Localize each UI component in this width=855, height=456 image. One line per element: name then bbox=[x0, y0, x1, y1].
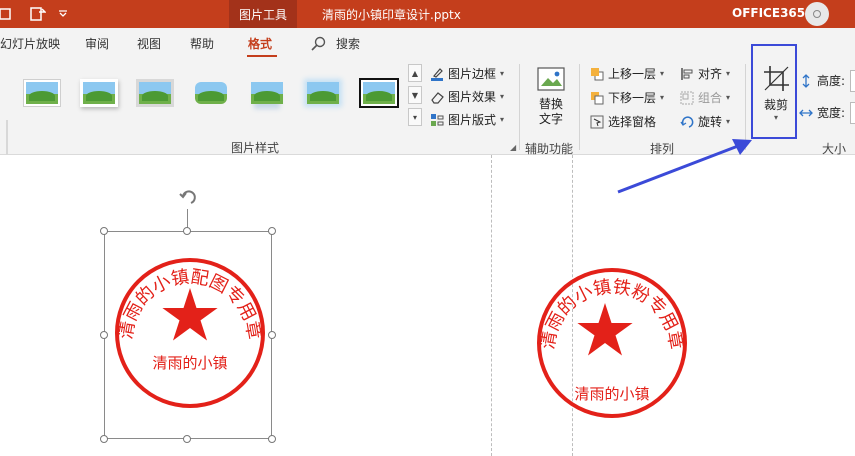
picture-style-thumb[interactable] bbox=[359, 76, 399, 110]
chevron-down-icon: ▾ bbox=[660, 69, 665, 78]
align-label: 对齐 bbox=[698, 67, 723, 81]
picture-border-label: 图片边框 bbox=[448, 67, 497, 81]
selection-pane-icon bbox=[590, 115, 604, 128]
star-icon bbox=[162, 288, 218, 341]
selection-pane-button[interactable]: 选择窗格 bbox=[590, 113, 656, 130]
search-label[interactable]: 搜索 bbox=[336, 35, 360, 52]
alt-text-label-1: 替换 bbox=[538, 97, 563, 111]
picture-layout-label: 图片版式 bbox=[448, 113, 497, 127]
height-input[interactable] bbox=[850, 70, 855, 92]
picture-style-thumb[interactable] bbox=[247, 76, 287, 110]
bring-forward-label: 上移一层 bbox=[608, 67, 657, 81]
tab-help[interactable]: 帮助 bbox=[190, 35, 214, 52]
rotate-handle-icon[interactable] bbox=[177, 186, 201, 210]
align-icon bbox=[681, 67, 693, 80]
rotate-label: 旋转 bbox=[698, 115, 723, 129]
bring-forward-icon bbox=[591, 67, 604, 80]
seal-left-bottom-text: 清雨的小镇 bbox=[152, 354, 227, 372]
pen-icon bbox=[431, 67, 443, 81]
picture-effects-button[interactable]: 图片效果 ▾ bbox=[430, 88, 504, 105]
title-bar: 图片工具 清雨的小镇印章设计.pptx OFFICE365 bbox=[0, 0, 855, 28]
picture-style-thumb[interactable] bbox=[22, 76, 62, 110]
group-button[interactable]: 组合 ▾ bbox=[680, 89, 730, 106]
gallery-more[interactable]: ▾ bbox=[408, 108, 422, 126]
resize-handle[interactable] bbox=[100, 331, 108, 339]
crop-highlight-box bbox=[751, 44, 797, 139]
seal-left[interactable]: 清雨的小镇配图专用章 清雨的小镇 bbox=[110, 233, 270, 433]
account-name[interactable]: OFFICE365 bbox=[732, 6, 805, 20]
chevron-down-icon: ▾ bbox=[726, 117, 731, 126]
height-field[interactable]: 高度: bbox=[799, 72, 845, 89]
alt-text-button[interactable]: 替换 文字 bbox=[530, 66, 572, 127]
tab-review[interactable]: 审阅 bbox=[85, 35, 109, 52]
active-tab-indicator bbox=[247, 55, 277, 57]
chevron-down-icon: ▾ bbox=[500, 69, 505, 78]
width-icon bbox=[799, 109, 813, 116]
start-from-beginning-icon[interactable] bbox=[30, 6, 46, 22]
tab-format[interactable]: 格式 bbox=[248, 35, 272, 52]
star-icon bbox=[577, 303, 633, 356]
ribbon-tabs: 幻灯片放映 审阅 视图 帮助 格式 搜索 bbox=[0, 28, 855, 58]
bring-forward-button[interactable]: 上移一层 ▾ bbox=[590, 65, 664, 82]
group-icon bbox=[680, 91, 694, 104]
separator bbox=[579, 64, 580, 150]
resize-handle[interactable] bbox=[183, 435, 191, 443]
height-label: 高度: bbox=[817, 74, 846, 88]
eraser-icon bbox=[431, 91, 444, 104]
chevron-down-icon: ▾ bbox=[500, 115, 505, 124]
width-field[interactable]: 宽度: bbox=[799, 104, 845, 121]
group-label: 组合 bbox=[698, 91, 723, 105]
picture-effects-label: 图片效果 bbox=[448, 90, 497, 104]
gallery-scroll-down[interactable]: ▼ bbox=[408, 86, 422, 104]
alt-text-label-2: 文字 bbox=[538, 112, 563, 126]
guide-line bbox=[491, 155, 492, 456]
document-title: 清雨的小镇印章设计.pptx bbox=[322, 8, 461, 22]
width-input[interactable] bbox=[850, 102, 855, 124]
picture-border-button[interactable]: 图片边框 ▾ bbox=[430, 65, 504, 82]
dialog-launcher-icon[interactable]: ◢ bbox=[510, 143, 516, 152]
picture-style-thumb[interactable] bbox=[79, 76, 119, 110]
search-icon[interactable] bbox=[311, 36, 327, 52]
annotation-arrow bbox=[617, 139, 752, 194]
chevron-down-icon: ▾ bbox=[500, 92, 505, 101]
tab-slideshow[interactable]: 幻灯片放映 bbox=[0, 35, 60, 52]
resize-handle[interactable] bbox=[268, 435, 276, 443]
picture-style-thumb[interactable] bbox=[135, 76, 175, 110]
picture-tools-tab[interactable]: 图片工具 bbox=[229, 0, 297, 28]
chevron-down-icon: ▾ bbox=[726, 69, 731, 78]
slideshow-icon[interactable] bbox=[0, 6, 14, 22]
resize-handle[interactable] bbox=[100, 227, 108, 235]
selection-pane-label: 选择窗格 bbox=[608, 115, 657, 129]
avatar[interactable] bbox=[805, 2, 829, 26]
picture-style-thumb[interactable] bbox=[191, 76, 231, 110]
send-backward-icon bbox=[591, 91, 604, 104]
layout-icon bbox=[431, 113, 444, 126]
rotate-button[interactable]: 旋转 ▾ bbox=[680, 113, 730, 130]
picture-layout-button[interactable]: 图片版式 ▾ bbox=[430, 111, 504, 128]
customize-toolbar-icon[interactable] bbox=[58, 10, 68, 18]
picture-style-thumb[interactable] bbox=[303, 76, 343, 110]
chevron-down-icon: ▾ bbox=[660, 93, 665, 102]
chevron-down-icon: ▾ bbox=[726, 93, 731, 102]
group-label-picture-styles: 图片样式 bbox=[231, 141, 280, 155]
gallery-scroll-up[interactable]: ▲ bbox=[408, 64, 422, 82]
align-button[interactable]: 对齐 ▾ bbox=[680, 65, 730, 82]
send-backward-button[interactable]: 下移一层 ▾ bbox=[590, 89, 664, 106]
height-icon bbox=[802, 73, 810, 88]
seal-right[interactable]: 清雨的小镇铁粉专用章 清雨的小镇 bbox=[532, 263, 692, 423]
width-label: 宽度: bbox=[817, 106, 846, 120]
seal-right-bottom-text: 清雨的小镇 bbox=[574, 385, 649, 403]
resize-handle[interactable] bbox=[100, 435, 108, 443]
tab-view[interactable]: 视图 bbox=[137, 35, 161, 52]
alt-text-icon bbox=[537, 67, 565, 91]
rotate-icon bbox=[680, 115, 694, 128]
send-backward-label: 下移一层 bbox=[608, 91, 657, 105]
separator bbox=[519, 64, 520, 150]
